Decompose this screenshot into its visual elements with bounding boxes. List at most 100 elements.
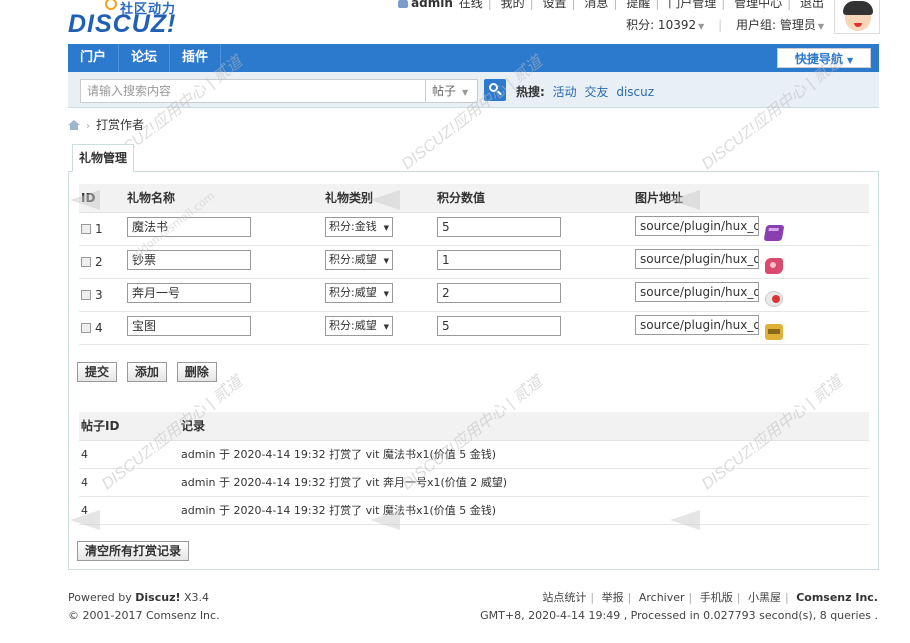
add-button[interactable]: 添加 [126,362,167,382]
gift-image-input[interactable]: source/plugin/hux_dashang [635,315,759,336]
topnav-messages[interactable]: 消息 [584,0,608,10]
top-user-nav: admin 在线 | 我的 | 设置 | 消息 | 提醒 | 门户管理 | 管理中心 | 退出 [396,0,826,11]
chevron-down-icon: ▼ [817,22,824,31]
search-bar: 请输入搜索内容 帖子 ▼ 热搜: 活动 交友 discuz [68,72,879,108]
map-icon [765,323,783,340]
home-icon[interactable] [68,120,80,130]
usergroup-label: 用户组: 管理员 [735,18,816,32]
row-id: 1 [95,221,103,236]
clear-records-button[interactable]: 清空所有打赏记录 [77,541,190,561]
table-row: 2 钞票 积分:威望▼ 1 source/plugin/hux_dashang [79,245,869,279]
header: 社区动力 DISCUZ! admin 在线 | 我的 | 设置 | 消息 | 提醒 | 门… [0,0,910,44]
powered-by: Powered by Discuz! X3.4 [68,589,220,607]
gift-value-input[interactable]: 5 [437,217,561,237]
hot-word-discuz[interactable]: discuz [616,85,654,99]
footer-stats: GMT+8, 2020-4-14 19:49 , Processed in 0.… [480,609,878,622]
category-value: 积分:威望 [329,253,377,266]
search-type-select[interactable]: 帖子 ▼ [426,79,478,103]
gift-actions: 提交 添加 删除 [77,362,223,382]
topnav-notices[interactable]: 提醒 [626,0,650,10]
gift-name-input[interactable]: 宝图 [127,316,251,336]
hot-search-label: 热搜: [516,85,545,99]
avatar[interactable] [834,0,880,34]
record-text: admin 于 2020-4-14 19:32 打赏了 vit 奔月一号x1(价… [179,468,869,497]
row-id: 4 [95,320,103,335]
user-icon [398,0,409,8]
chevron-down-icon: ▼ [847,56,854,65]
quick-nav-label: 快捷导航 [794,52,843,66]
search-input[interactable]: 请输入搜索内容 [80,79,426,103]
row-id: 3 [95,287,103,302]
gift-category-select[interactable]: 积分:金钱 ▼ [325,217,393,237]
powered-version: X3.4 [184,591,210,604]
footer-company-link[interactable]: Comsenz Inc. [796,591,878,604]
copyright: © 2001-2017 Comsenz Inc. [68,609,220,622]
gift-value-input[interactable]: 2 [437,283,561,303]
tab-gift-management[interactable]: 礼物管理 [72,144,134,172]
hot-word-friends[interactable]: 交友 [584,85,608,99]
gift-value-input[interactable]: 1 [437,250,561,270]
topnav-logout[interactable]: 退出 [800,0,824,10]
footer-link-stats[interactable]: 站点统计 [542,591,586,604]
col-record: 记录 [179,412,869,441]
username-link[interactable]: admin [411,0,453,10]
discuz-logo[interactable]: 社区动力 DISCUZ! [68,0,188,40]
col-category: 礼物类别 [323,184,435,213]
search-icon-handle [497,90,502,96]
topnav-mine[interactable]: 我的 [501,0,525,10]
gift-image-input[interactable]: source/plugin/hux_dashang [635,282,759,303]
gift-category-select[interactable]: 积分:威望 ▼ [325,283,393,303]
logo-bulb-icon [105,0,117,10]
table-row: 3 奔月一号 积分:威望 ▼ 2 source/plugin/hux_dashan… [79,278,869,312]
row-checkbox[interactable] [81,256,91,267]
topnav-admin-center[interactable]: 管理中心 [734,0,782,10]
nav-portal[interactable]: 门户 [68,44,120,72]
search-button[interactable] [484,79,506,101]
nav-forum[interactable]: 论坛 [119,44,171,72]
record-text: admin 于 2020-4-14 19:32 打赏了 vit 魔法书x1(价值… [179,440,869,469]
powered-brand-link[interactable]: Discuz! [135,591,180,604]
user-info: 积分: 10392 ▼ | 用户组: 管理员 ▼ [626,18,824,32]
gift-image-input[interactable]: source/plugin/hux_dashang [635,216,759,237]
hot-word-activity[interactable]: 活动 [553,85,577,99]
col-name: 礼物名称 [125,184,323,213]
gift-value-input[interactable]: 5 [437,316,561,336]
table-row: 4 admin 于 2020-4-14 19:32 打赏了 vit 魔法书x1(… [79,440,869,469]
row-checkbox[interactable] [81,289,91,300]
footer-link-archiver[interactable]: Archiver [639,591,685,604]
chevron-down-icon: ▼ [383,323,389,331]
row-checkbox[interactable] [81,223,91,234]
footer-link-report[interactable]: 举报 [602,591,624,604]
gift-category-select[interactable]: 积分:威望 ▼ [325,250,393,270]
topnav-settings[interactable]: 设置 [543,0,567,10]
money-icon [765,257,783,274]
footer-right: 站点统计 | 举报 | Archiver | 手机版 | 小黑屋 | Comsenz In… [480,589,878,625]
chevron-down-icon: ▼ [383,290,389,298]
topnav-portal-admin[interactable]: 门户管理 [668,0,716,10]
footer-link-blackroom[interactable]: 小黑屋 [748,591,781,604]
gift-name-input[interactable]: 奔月一号 [127,283,251,303]
quick-nav-button[interactable]: 快捷导航 ▼ [777,48,871,68]
usergroup-dropdown[interactable]: 用户组: 管理员 ▼ [736,18,824,32]
breadcrumb: › 打赏作者 [68,116,144,133]
row-id: 2 [95,254,103,269]
record-tid: 4 [79,440,179,469]
credits-dropdown[interactable]: 积分: 10392 ▼ [626,18,704,32]
submit-button[interactable]: 提交 [77,362,118,382]
logo-title: DISCUZ! [68,10,177,38]
gift-image-input[interactable]: source/plugin/hux_dashang [635,249,759,270]
moon-icon [765,290,783,307]
table-row: 1 魔法书 积分:金钱▼ 5 source/plugin/hux_dashang [79,212,869,246]
footer-links: 站点统计 | 举报 | Archiver | 手机版 | 小黑屋 | Comsenz In… [542,591,878,604]
row-checkbox[interactable] [81,322,91,333]
footer-link-mobile[interactable]: 手机版 [700,591,733,604]
clear-records-wrap: 清空所有打赏记录 [77,541,190,561]
delete-button[interactable]: 删除 [176,362,217,382]
main-nav: 门户 论坛 插件 快捷导航 ▼ [68,44,879,72]
record-tid: 4 [79,468,179,497]
topnav-online[interactable]: 在线 [459,0,483,10]
records-table: 帖子ID 记录 4 admin 于 2020-4-14 19:32 打赏了 vi… [79,412,869,525]
gift-category-select[interactable]: 积分:威望 ▼ [325,316,393,336]
table-row: 4 admin 于 2020-4-14 19:32 打赏了 vit 魔法书x1(… [79,496,869,525]
nav-plugin[interactable]: 插件 [170,44,222,72]
